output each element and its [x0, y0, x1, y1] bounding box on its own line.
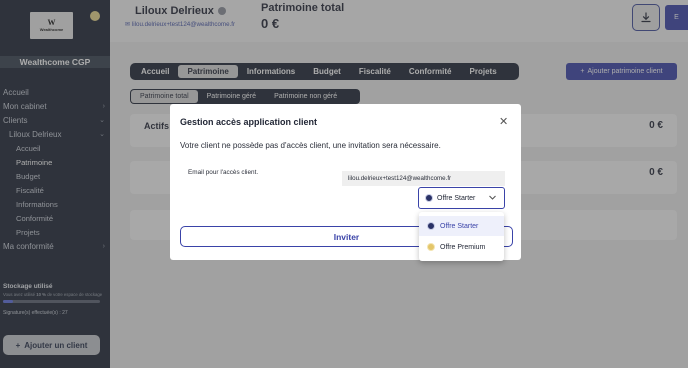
modal-title: Gestion accès application client	[180, 117, 318, 127]
offer-dropdown-menu: Offre Starter Offre Premium	[419, 212, 504, 261]
offer-option-label: Offre Starter	[440, 222, 479, 230]
offer-select[interactable]: Offre Starter	[418, 187, 505, 209]
email-field-label: Email pour l'accès client.	[188, 169, 259, 176]
chevron-down-icon	[489, 195, 496, 200]
email-field[interactable]	[342, 171, 505, 186]
offer-select-value: Offre Starter	[437, 194, 476, 202]
close-icon[interactable]: ✕	[499, 115, 508, 128]
premium-badge-icon	[427, 243, 435, 251]
starter-badge-icon	[425, 194, 433, 202]
starter-badge-icon	[427, 222, 435, 230]
offer-option-premium[interactable]: Offre Premium	[419, 237, 504, 257]
offer-option-starter[interactable]: Offre Starter	[419, 216, 504, 236]
modal-description: Votre client ne possède pas d'accès clie…	[180, 141, 441, 150]
offer-option-label: Offre Premium	[440, 243, 486, 251]
